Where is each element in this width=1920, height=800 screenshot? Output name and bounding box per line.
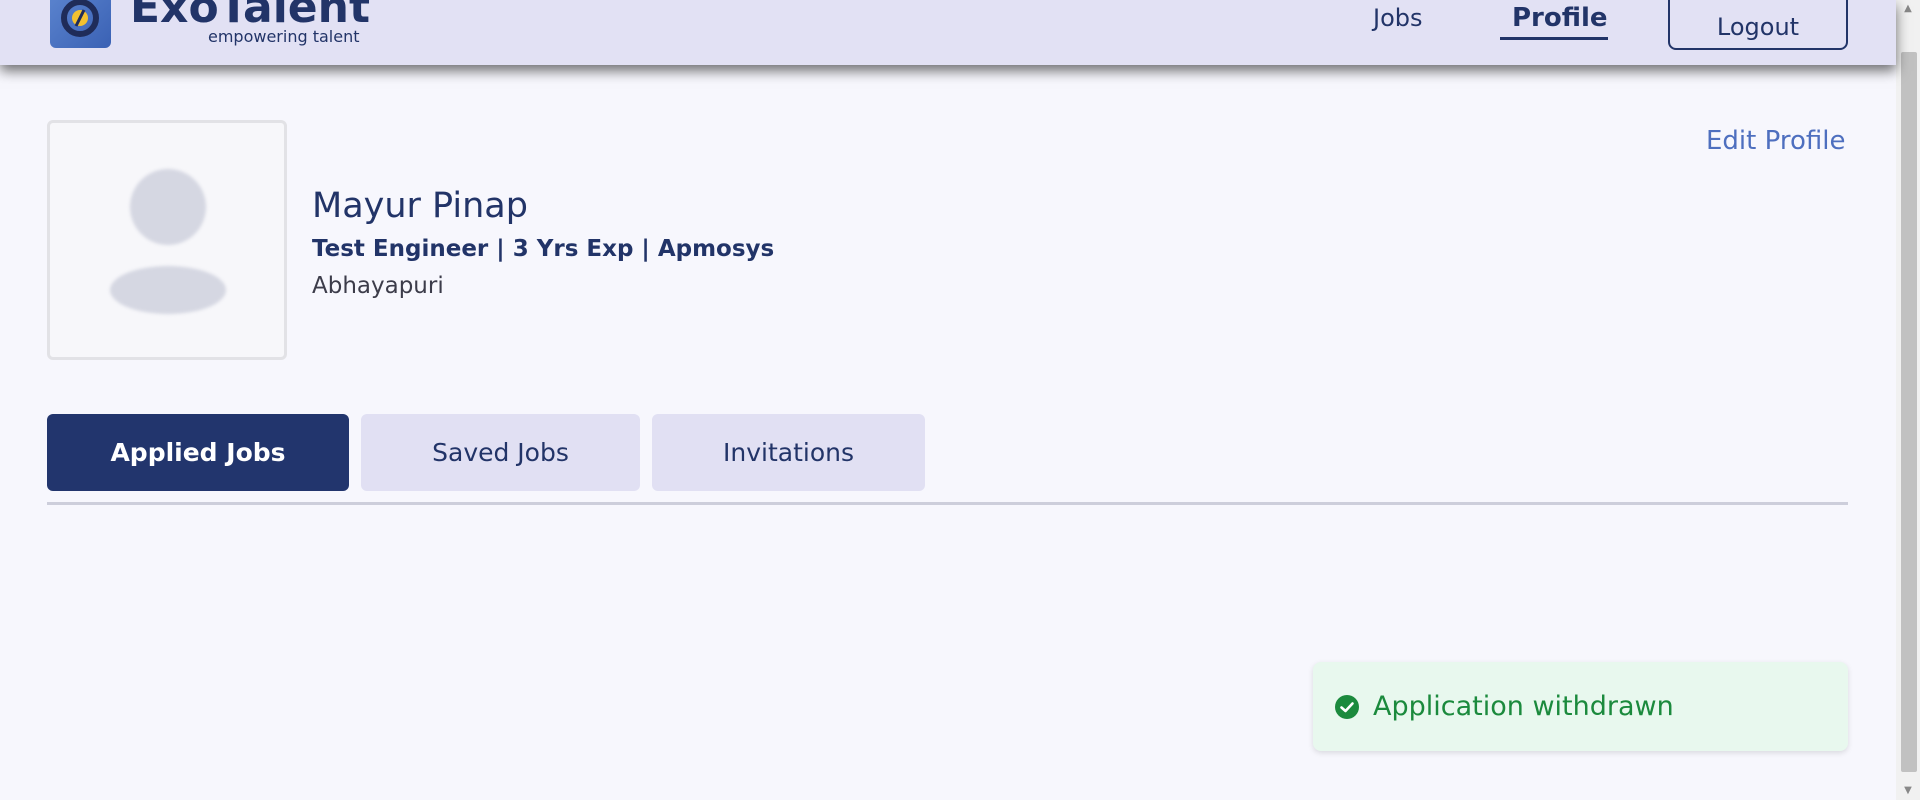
- check-circle-icon: [1335, 695, 1359, 719]
- logo-mark: [61, 0, 99, 37]
- toast-notification[interactable]: Application withdrawn: [1313, 662, 1848, 751]
- avatar-placeholder-head: [130, 169, 206, 245]
- logo-icon[interactable]: [50, 0, 111, 48]
- scroll-thumb[interactable]: [1901, 52, 1917, 772]
- profile-location: Abhayapuri: [312, 273, 444, 299]
- profile-headline: Test Engineer | 3 Yrs Exp | Apmosys: [312, 236, 775, 262]
- nav-jobs-link[interactable]: Jobs: [1373, 3, 1423, 33]
- profile-name: Mayur Pinap: [312, 186, 528, 226]
- logout-button[interactable]: Logout: [1668, 0, 1848, 50]
- tab-applied-jobs[interactable]: Applied Jobs: [47, 414, 349, 491]
- active-nav-indicator: [1500, 37, 1608, 40]
- nav-profile-link[interactable]: Profile: [1512, 3, 1608, 33]
- tab-invitations[interactable]: Invitations: [652, 414, 925, 491]
- top-navbar: ExoTalent empowering talent Jobs Profile…: [0, 0, 1896, 65]
- toast-message: Application withdrawn: [1373, 691, 1674, 722]
- avatar-placeholder-body: [110, 266, 226, 314]
- tab-saved-jobs[interactable]: Saved Jobs: [361, 414, 640, 491]
- page-scrollbar[interactable]: ▲ ▼: [1896, 0, 1920, 800]
- scroll-down-arrow-icon[interactable]: ▼: [1896, 782, 1920, 800]
- tabs-divider: [47, 502, 1848, 505]
- edit-profile-link[interactable]: Edit Profile: [1706, 124, 1845, 158]
- scroll-up-arrow-icon[interactable]: ▲: [1896, 0, 1920, 18]
- brand-tagline: empowering talent: [208, 27, 360, 46]
- avatar: [47, 120, 287, 360]
